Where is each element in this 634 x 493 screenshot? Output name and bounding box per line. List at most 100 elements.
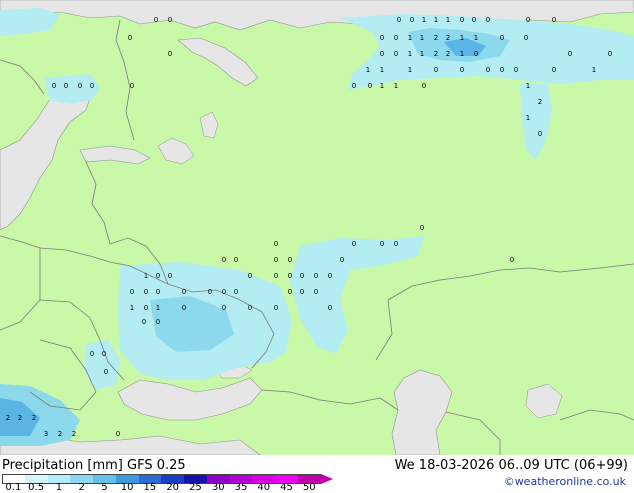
precip-value-label: 0 [90,350,94,358]
precip-value-label: 1 [380,66,384,74]
precipitation-map: 0 0 1 1 1 0 0 0 0 00 0 1 1 2 2 1 1 0 00 0 1 1 2 2 1 0 0 01 1 1 0 0 0 0 0 0 1… [0,0,634,455]
legend-tick-label: 35 [234,482,248,493]
precip-value-label: 0 [434,66,438,74]
precip-value-label: 1 [408,66,412,74]
precip-value-label: 0 [130,288,134,296]
forecast-datetime: We 18-03-2026 06..09 UTC (06+99) [394,458,628,473]
precip-value-label: 1 [130,304,134,312]
precip-value-label: 2 [446,50,450,58]
precip-value-label: 0 [568,50,572,58]
legend-tick-label: 45 [280,482,293,493]
precip-value-label: 0 [142,318,146,326]
precip-value-label: 0 [552,66,556,74]
precip-value-label: 1 [420,34,424,42]
precip-value-label: 1 [422,16,426,24]
precip-value-label: 0 [352,82,356,90]
precip-value-label: 0 [64,82,68,90]
precip-value-label: 2 [434,50,438,58]
precip-value-label: 1 [408,34,412,42]
precip-value-label: 0 [288,272,292,280]
precip-value-label: 0 [524,34,528,42]
precip-value-label: 0 [90,82,94,90]
precip-value-label: 0 [248,272,252,280]
precip-value-label: 0 [274,240,278,248]
precip-value-label: 2 [32,414,36,422]
precip-value-label: 2 [6,414,10,422]
precip-value-label: 0 [168,50,172,58]
precip-value-label: 1 [460,50,464,58]
precip-value-label: 0 [510,256,514,264]
precip-value-label: 1 [366,66,370,74]
precip-value-label: 0 [314,288,318,296]
precip-value-label: 0 [274,256,278,264]
precip-value-label: 1 [474,34,478,42]
precip-value-label: 1 [420,50,424,58]
precip-value-label: 0 [340,256,344,264]
precip-value-label: 1 [526,114,530,122]
precip-value-label: 0 [460,16,464,24]
precip-value-label: 0 [182,304,186,312]
precip-value-label: 1 [526,82,530,90]
precip-value-label: 0 [368,82,372,90]
precip-value-label: 0 [300,272,304,280]
precip-value-label: 0 [222,288,226,296]
precip-value-label: 0 [486,66,490,74]
legend-tick-label: 1 [55,482,63,493]
precip-value-label: 0 [274,272,278,280]
legend-tick-label: 50 [302,482,316,493]
precip-value-label: 0 [156,288,160,296]
precip-value-label: 0 [144,304,148,312]
precip-value-label: 0 [526,16,530,24]
precip-value-label: 1 [592,66,596,74]
precip-value-label: 0 [394,50,398,58]
legend-tick-label: 2 [78,482,85,493]
precip-value-label: 0 [397,16,401,24]
precip-value-label: 0 [168,272,172,280]
precip-value-label: 1 [156,304,160,312]
precip-value-label: 0 [154,16,158,24]
precip-value-label: 0 [380,34,384,42]
credit-link[interactable]: ©weatheronline.co.uk [504,475,626,488]
precip-value-label: 2 [18,414,22,422]
precip-value-label: 0 [328,272,332,280]
precip-value-label: 0 [168,16,172,24]
precip-value-label: 1 [460,34,464,42]
precip-value-label: 0 [234,288,238,296]
precip-value-label: 0 [500,66,504,74]
weather-map-figure: 0011100000001122110000112210001110000001… [0,0,634,493]
precip-value-label: 0 [608,50,612,58]
precip-value-label: 0 [422,82,426,90]
precip-value-label: 1 [446,16,450,24]
precip-value-label: 0 [128,34,132,42]
precip-value-label: 0 [222,256,226,264]
precip-value-label: 0 [78,82,82,90]
precip-value-label: 0 [288,288,292,296]
legend-tick-label: 0.1 [5,482,22,493]
precip-value-label: 0 [300,288,304,296]
precip-value-label: 1 [394,82,398,90]
precip-value-label: 3 [44,430,48,438]
precip-value-label: 0 [274,304,278,312]
precip-value-label: 1 [408,50,412,58]
precip-value-label: 0 [420,224,424,232]
precip-value-label: 0 [410,16,414,24]
precip-value-label: 2 [72,430,76,438]
precip-value-label: 0 [104,368,108,376]
precipitation-legend-labels: 0.1 0.5 1 2 5 10 15 20 25 30 35 40 45 50 [0,482,340,493]
precip-value-label: 1 [144,272,148,280]
precip-value-label: 0 [144,288,148,296]
precip-value-label: 0 [538,130,542,138]
precip-value-label: 0 [514,66,518,74]
legend-tick-label: 0.5 [28,482,45,493]
precip-value-label: 0 [182,288,186,296]
precip-value-label: 0 [394,240,398,248]
precip-value-label: 0 [314,272,318,280]
map-title: Precipitation [mm] GFS 0.25 [2,458,186,473]
legend-tick-label: 15 [143,482,157,493]
legend-tick-label: 30 [211,482,225,493]
precip-value-label: 1 [434,16,438,24]
legend-tick-label: 25 [189,482,202,493]
precip-value-label: 0 [472,16,476,24]
precip-value-label: 0 [102,350,106,358]
precip-value-label: 0 [552,16,556,24]
